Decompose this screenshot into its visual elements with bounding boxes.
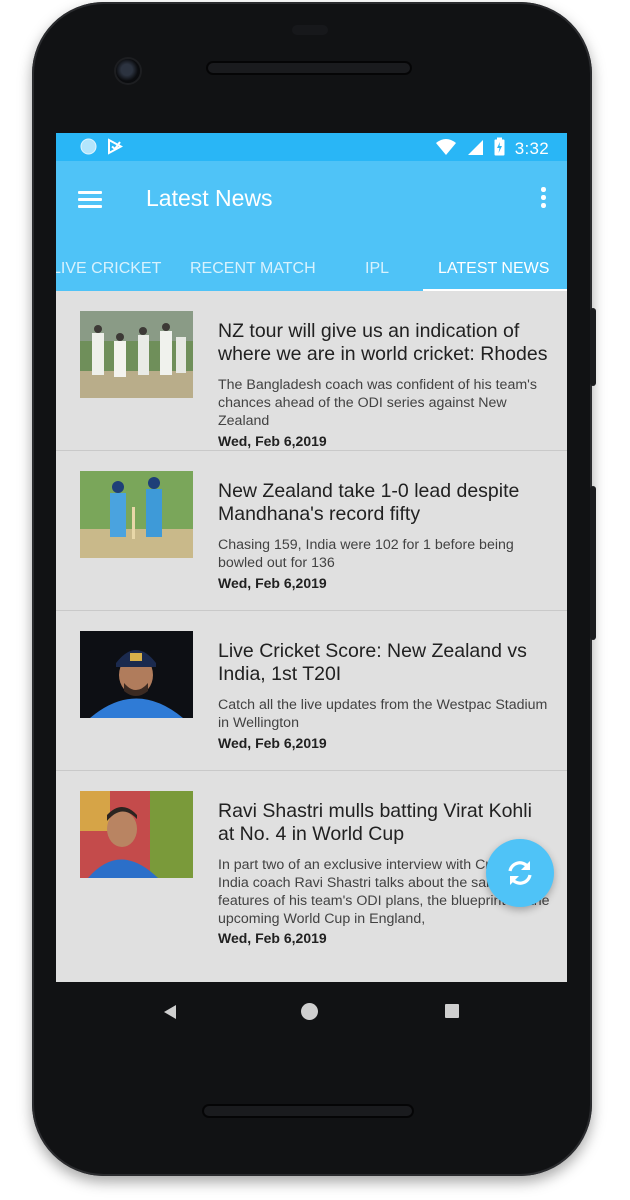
news-thumbnail xyxy=(80,631,193,718)
power-button xyxy=(590,308,596,386)
refresh-fab-button[interactable] xyxy=(486,839,554,907)
news-title: NZ tour will give us an indication of wh… xyxy=(218,320,548,365)
news-thumbnail xyxy=(80,311,193,398)
more-vert-icon[interactable] xyxy=(539,186,547,210)
news-description: The Bangladesh coach was confident of hi… xyxy=(218,377,537,429)
front-camera xyxy=(116,59,140,83)
news-thumbnail xyxy=(80,791,193,878)
system-nav-bar xyxy=(56,982,567,1042)
tab-ipl[interactable]: IPL xyxy=(365,247,389,291)
news-date: Wed, Feb 6,2019 xyxy=(218,930,327,946)
volume-button xyxy=(590,486,596,640)
tab-latest-news[interactable]: LATEST NEWS xyxy=(438,247,549,291)
news-item[interactable]: NZ tour will give us an indication of wh… xyxy=(56,291,567,451)
news-title: Ravi Shastri mulls batting Virat Kohli a… xyxy=(218,800,532,845)
recents-icon[interactable] xyxy=(445,1004,459,1018)
tab-live-cricket[interactable]: LIVE CRICKET xyxy=(56,247,161,291)
news-title: New Zealand take 1-0 lead despite Mandha… xyxy=(218,480,520,525)
news-item[interactable]: New Zealand take 1-0 lead despite Mandha… xyxy=(56,451,567,611)
page-title: Latest News xyxy=(146,185,273,211)
status-bar: 3:32 xyxy=(56,133,567,161)
news-description: Catch all the live updates from the West… xyxy=(218,697,548,731)
signal-icon xyxy=(467,138,484,161)
circle-notification-icon xyxy=(80,138,97,160)
news-title: Live Cricket Score: New Zealand vs India… xyxy=(218,640,527,685)
news-item[interactable]: Live Cricket Score: New Zealand vs India… xyxy=(56,611,567,771)
earpiece-speaker xyxy=(206,61,412,75)
back-icon[interactable] xyxy=(162,1004,178,1025)
tab-recent-match[interactable]: RECENT MATCH xyxy=(190,247,316,291)
refresh-icon xyxy=(506,859,534,892)
wifi-icon xyxy=(435,138,457,161)
hamburger-menu-icon[interactable] xyxy=(78,189,104,209)
news-thumbnail xyxy=(80,471,193,558)
battery-charging-icon xyxy=(494,137,505,161)
app-screen: 3:32 Latest News LIVE CRICKET RECENT MAT… xyxy=(56,133,567,982)
tab-bar: LIVE CRICKET RECENT MATCH IPL LATEST NEW… xyxy=(56,247,567,291)
home-icon[interactable] xyxy=(301,1003,318,1020)
proximity-sensor xyxy=(292,25,328,35)
play-store-icon xyxy=(107,138,124,160)
news-description: Chasing 159, India were 102 for 1 before… xyxy=(218,537,514,571)
news-date: Wed, Feb 6,2019 xyxy=(218,575,327,591)
news-date: Wed, Feb 6,2019 xyxy=(218,433,327,449)
news-date: Wed, Feb 6,2019 xyxy=(218,735,327,751)
app-bar: Latest News LIVE CRICKET RECENT MATCH IP… xyxy=(56,161,567,291)
status-time: 3:32 xyxy=(514,139,549,158)
bottom-speaker xyxy=(202,1104,414,1118)
